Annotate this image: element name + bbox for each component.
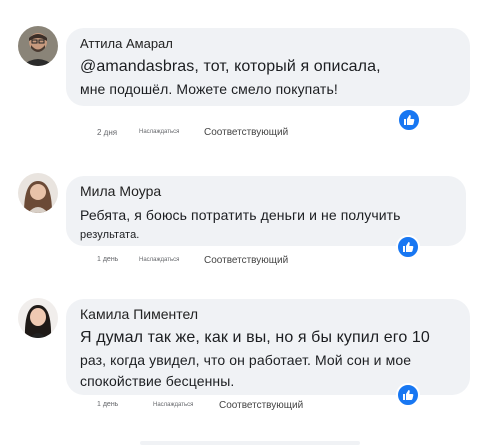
thumbs-up-icon[interactable] (396, 235, 420, 259)
comment-text-line: спокойствие бесценны. (80, 373, 235, 389)
like-link[interactable]: Наслаждаться (139, 257, 179, 263)
thumbs-up-icon[interactable] (397, 108, 421, 132)
comment-time[interactable]: 1 день (97, 401, 118, 408)
reply-link[interactable]: Соответствующий (219, 400, 303, 411)
comment-text-line: @amandasbras, тот, который я описала, (80, 58, 381, 75)
like-link[interactable]: Наслаждаться (139, 129, 179, 135)
comment-text-line: Ребята, я боюсь потратить деньги и не по… (80, 207, 401, 223)
avatar[interactable] (18, 173, 58, 213)
next-comment-placeholder (140, 441, 360, 445)
comment-text-line: мне подошёл. Можете смело покупать! (80, 81, 338, 97)
comment-text-line: Я думал так же, как и вы, но я бы купил … (80, 329, 430, 346)
reply-link[interactable]: Соответствующий (204, 127, 288, 138)
like-link[interactable]: Наслаждаться (153, 402, 193, 408)
comment-author[interactable]: Мила Моура (80, 183, 161, 199)
avatar[interactable] (18, 298, 58, 338)
comment-text-line: раз, когда увидел, что он работает. Мой … (80, 352, 412, 368)
comment-text-line: результата. (80, 229, 140, 241)
reply-link[interactable]: Соответствующий (204, 255, 288, 266)
comment-time[interactable]: 2 дня (97, 128, 117, 137)
avatar[interactable] (18, 26, 58, 66)
comment-author[interactable]: Аттила Амарал (80, 36, 173, 51)
thumbs-up-icon[interactable] (396, 383, 420, 407)
comment-author[interactable]: Камила Пиментел (80, 306, 198, 322)
comment-time[interactable]: 1 день (97, 256, 118, 263)
